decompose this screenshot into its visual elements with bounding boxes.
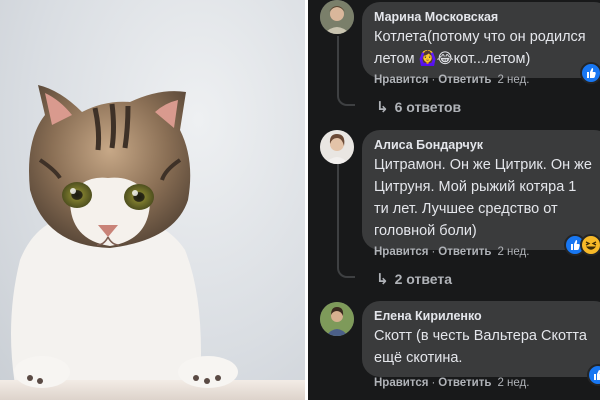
- like-reaction-icon[interactable]: [587, 364, 600, 386]
- thread-line: [337, 164, 339, 266]
- comment-bubble: Алиса Бондарчук Цитрамон. Он же Цитрик. …: [362, 130, 600, 250]
- reply-link[interactable]: Ответить: [438, 377, 491, 389]
- comment-bubble: Елена Кириленко Скотт (в честь Вальтера …: [362, 301, 600, 377]
- comment-text-line: Цитрамон. Он же Цитрик. Он же: [374, 157, 592, 173]
- reply-arrow-icon: ↳: [376, 99, 389, 116]
- comment-timestamp[interactable]: 2 нед.: [497, 377, 529, 389]
- comment-author[interactable]: Марина Московская: [374, 9, 600, 25]
- like-link[interactable]: Нравится: [374, 377, 428, 389]
- comment-actions: Нравится · Ответить 2 нед.: [374, 246, 530, 258]
- thread-line: [337, 36, 339, 94]
- comment-bubble: Марина Московская Котлета(потому что он …: [362, 2, 600, 78]
- reply-link[interactable]: Ответить: [438, 74, 491, 86]
- comment-timestamp[interactable]: 2 нед.: [497, 74, 529, 86]
- comment-text-line: летом 🙆‍♀️😂кот...летом): [374, 51, 531, 67]
- thread-connector: [337, 264, 355, 278]
- thread-connector: [337, 92, 355, 106]
- cat-photo: [0, 0, 305, 400]
- comment-text-line: Скотт (в честь Вальтера Скотта: [374, 328, 587, 344]
- comment-timestamp[interactable]: 2 нед.: [497, 246, 529, 258]
- avatar[interactable]: [320, 0, 354, 34]
- comments-panel: Марина Московская Котлета(потому что он …: [308, 0, 600, 400]
- comment-text-line: ещё скотина.: [374, 350, 463, 366]
- replies-count: 2 ответа: [394, 271, 452, 287]
- replies-count: 6 ответов: [394, 99, 462, 115]
- comment-actions: Нравится · Ответить 2 нед.: [374, 377, 530, 389]
- view-replies-link[interactable]: ↳ 6 ответов: [376, 98, 461, 116]
- reply-link[interactable]: Ответить: [438, 246, 491, 258]
- view-replies-link[interactable]: ↳ 2 ответа: [376, 270, 452, 288]
- like-link[interactable]: Нравится: [374, 246, 428, 258]
- avatar[interactable]: [320, 130, 354, 164]
- comment-actions: Нравится · Ответить 2 нед.: [374, 74, 530, 86]
- avatar[interactable]: [320, 302, 354, 336]
- like-link[interactable]: Нравится: [374, 74, 428, 86]
- comment-text-line: ти лет. Лучшее средство от: [374, 201, 558, 217]
- comment-text-line: Котлета(потому что он родился: [374, 29, 586, 45]
- comment-author[interactable]: Елена Кириленко: [374, 308, 600, 324]
- like-reaction-icon[interactable]: [580, 62, 600, 84]
- haha-reaction-icon[interactable]: [580, 234, 600, 256]
- comment-author[interactable]: Алиса Бондарчук: [374, 137, 600, 153]
- comment-text-line: Цитруня. Мой рыжий котяра 1: [374, 179, 577, 195]
- reply-arrow-icon: ↳: [376, 271, 389, 288]
- cat-illustration: [0, 85, 305, 400]
